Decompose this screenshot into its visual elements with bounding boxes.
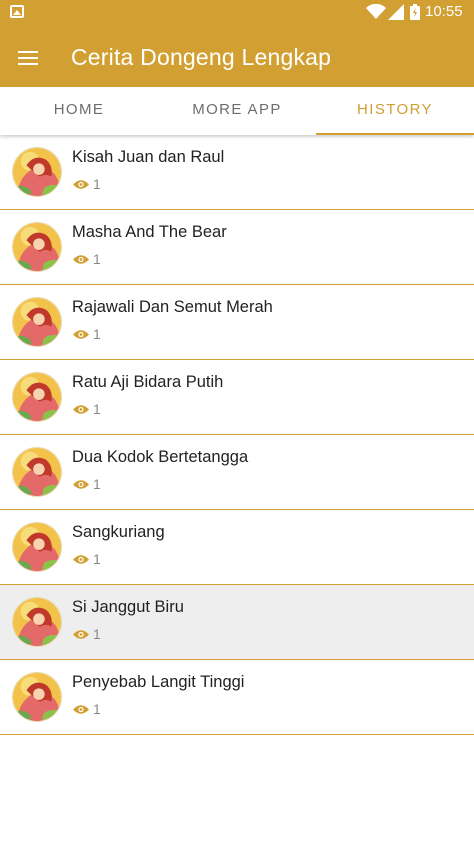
list-item[interactable]: Kisah Juan dan Raul 1 bbox=[0, 135, 474, 210]
view-count: 1 bbox=[93, 476, 101, 492]
wifi-icon bbox=[366, 4, 386, 19]
view-count: 1 bbox=[93, 326, 101, 342]
signal-icon bbox=[388, 4, 404, 20]
eye-icon bbox=[73, 330, 89, 339]
avatar bbox=[12, 447, 62, 497]
avatar bbox=[12, 522, 62, 572]
tab-home[interactable]: HOME bbox=[0, 87, 158, 135]
story-thumbnail-image bbox=[13, 448, 61, 496]
list-item[interactable]: Ratu Aji Bidara Putih 1 bbox=[0, 360, 474, 435]
story-title: Ratu Aji Bidara Putih bbox=[72, 373, 224, 391]
list-item[interactable]: Masha And The Bear 1 bbox=[0, 210, 474, 285]
story-thumbnail-image bbox=[13, 523, 61, 571]
avatar bbox=[12, 147, 62, 197]
list-item[interactable]: Si Janggut Biru 1 bbox=[0, 585, 474, 660]
view-count: 1 bbox=[93, 701, 101, 717]
story-title: Masha And The Bear bbox=[72, 223, 227, 241]
battery-icon bbox=[410, 4, 420, 20]
story-title: Dua Kodok Bertetangga bbox=[72, 448, 249, 466]
history-list: Kisah Juan dan Raul 1 Masha And The Bear… bbox=[0, 135, 474, 735]
status-bar: 10:55 bbox=[0, 0, 474, 24]
tab-history[interactable]: HISTORY bbox=[316, 87, 474, 135]
eye-icon bbox=[73, 480, 89, 489]
view-count: 1 bbox=[93, 401, 101, 417]
list-item[interactable]: Penyebab Langit Tinggi 1 bbox=[0, 660, 474, 735]
story-title: Sangkuriang bbox=[72, 523, 165, 541]
hamburger-menu-icon[interactable] bbox=[18, 51, 38, 65]
list-item[interactable]: Sangkuriang 1 bbox=[0, 510, 474, 585]
avatar bbox=[12, 672, 62, 722]
avatar bbox=[12, 372, 62, 422]
list-item[interactable]: Dua Kodok Bertetangga 1 bbox=[0, 435, 474, 510]
story-thumbnail-image bbox=[13, 298, 61, 346]
app-bar: Cerita Dongeng Lengkap bbox=[0, 24, 474, 87]
story-title: Si Janggut Biru bbox=[72, 598, 184, 616]
story-thumbnail-image bbox=[13, 223, 61, 271]
avatar bbox=[12, 222, 62, 272]
view-count: 1 bbox=[93, 251, 101, 267]
story-title: Penyebab Langit Tinggi bbox=[72, 673, 245, 691]
avatar bbox=[12, 597, 62, 647]
eye-icon bbox=[73, 630, 89, 639]
list-item[interactable]: Rajawali Dan Semut Merah 1 bbox=[0, 285, 474, 360]
tab-bar: HOME MORE APP HISTORY bbox=[0, 87, 474, 135]
status-time: 10:55 bbox=[425, 3, 463, 20]
story-thumbnail-image bbox=[13, 373, 61, 421]
eye-icon bbox=[73, 255, 89, 264]
image-notification-icon bbox=[10, 5, 24, 18]
view-count: 1 bbox=[93, 551, 101, 567]
eye-icon bbox=[73, 405, 89, 414]
story-thumbnail-image bbox=[13, 673, 61, 721]
app-title: Cerita Dongeng Lengkap bbox=[71, 44, 332, 70]
story-thumbnail-image bbox=[13, 148, 61, 196]
view-count: 1 bbox=[93, 176, 101, 192]
eye-icon bbox=[73, 705, 89, 714]
view-count: 1 bbox=[93, 626, 101, 642]
story-title: Kisah Juan dan Raul bbox=[72, 148, 225, 166]
eye-icon bbox=[73, 555, 89, 564]
eye-icon bbox=[73, 180, 89, 189]
story-title: Rajawali Dan Semut Merah bbox=[72, 298, 273, 316]
tab-more-app[interactable]: MORE APP bbox=[158, 87, 316, 135]
story-thumbnail-image bbox=[13, 598, 61, 646]
avatar bbox=[12, 297, 62, 347]
